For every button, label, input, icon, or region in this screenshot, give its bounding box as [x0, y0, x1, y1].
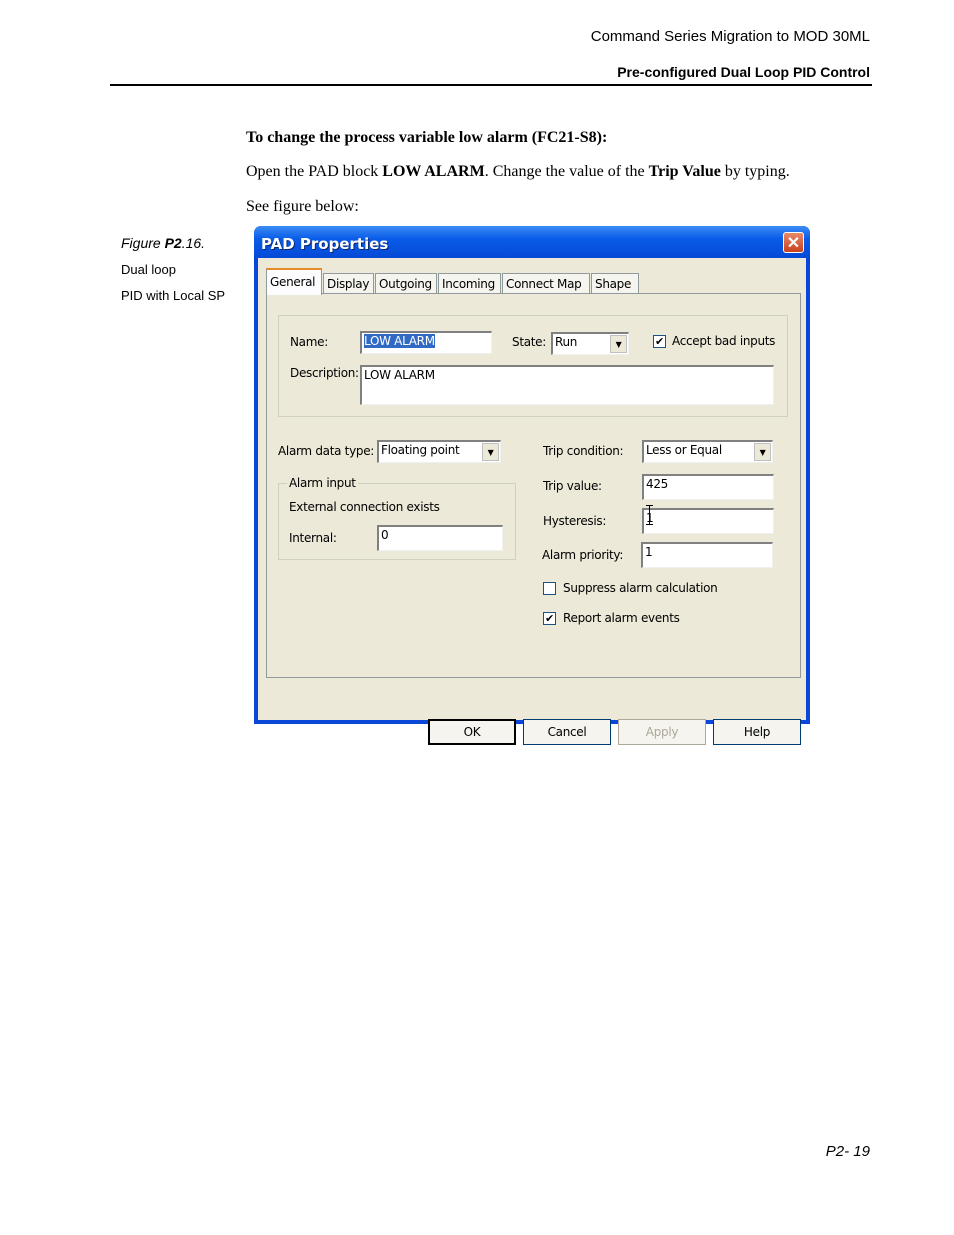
instruction-block-name: LOW ALARM	[382, 163, 485, 180]
figure-caption-title: Figure P2.16.	[121, 235, 205, 251]
internal-input[interactable]: 0	[377, 525, 503, 551]
alarm-priority-value: 1	[645, 545, 653, 559]
caption-prefix: Figure	[121, 235, 165, 251]
name-input[interactable]: LOW ALARM	[360, 331, 492, 354]
document-header-subtitle: Pre-configured Dual Loop PID Control	[617, 64, 870, 80]
trip-value: 425	[646, 477, 669, 491]
suppress-alarm-checkbox[interactable]	[543, 582, 556, 595]
internal-label: Internal:	[289, 531, 337, 545]
name-label: Name:	[290, 335, 328, 349]
instruction-part: . Change the value of the	[484, 163, 649, 180]
tab-display[interactable]: Display	[323, 273, 374, 293]
caption-suffix: .16.	[181, 235, 206, 251]
dialog-titlebar[interactable]: PAD Properties ✕	[254, 226, 810, 258]
internal-value: 0	[381, 528, 389, 542]
accept-bad-inputs-label: Accept bad inputs	[672, 334, 776, 348]
tab-shape[interactable]: Shape	[591, 273, 639, 293]
header-rule	[110, 84, 872, 86]
trip-condition-label: Trip condition:	[543, 444, 624, 458]
chevron-down-icon[interactable]: ▼	[754, 443, 771, 461]
name-value: LOW ALARM	[364, 334, 435, 348]
caption-number: P2	[164, 235, 182, 251]
hysteresis-label: Hysteresis:	[543, 514, 607, 528]
report-alarm-events-checkbox[interactable]: ✔	[543, 612, 556, 625]
tab-general[interactable]: General	[266, 268, 322, 295]
trip-value-input[interactable]: 425	[642, 474, 774, 500]
instruction-text: Open the PAD block LOW ALARM. Change the…	[246, 163, 790, 181]
help-button[interactable]: Help	[713, 719, 801, 745]
suppress-alarm-label: Suppress alarm calculation	[563, 581, 718, 595]
cancel-button[interactable]: Cancel	[523, 719, 611, 745]
chevron-down-icon[interactable]: ▼	[610, 335, 627, 353]
tab-connect-map[interactable]: Connect Map	[502, 273, 590, 293]
trip-condition-value: Less or Equal	[646, 443, 722, 457]
description-value: LOW ALARM	[364, 368, 435, 382]
description-input[interactable]: LOW ALARM	[360, 365, 774, 405]
ok-button[interactable]: OK	[428, 719, 516, 745]
text-cursor-icon	[646, 505, 653, 525]
hysteresis-input[interactable]: 1	[642, 508, 774, 534]
alarm-data-type-value: Floating point	[381, 443, 460, 457]
alarm-priority-label: Alarm priority:	[542, 548, 624, 562]
alarm-data-type-label: Alarm data type:	[278, 444, 375, 458]
close-button[interactable]: ✕	[783, 232, 804, 253]
report-alarm-events-label: Report alarm events	[563, 611, 680, 625]
state-value: Run	[555, 335, 578, 349]
instruction-part: by typing.	[720, 163, 790, 180]
alarm-priority-input[interactable]: 1	[641, 542, 773, 568]
trip-condition-select[interactable]: Less or Equal ▼	[642, 440, 773, 463]
alarm-data-type-select[interactable]: Floating point ▼	[377, 440, 501, 463]
chevron-down-icon[interactable]: ▼	[482, 443, 499, 461]
alarm-input-group-label: Alarm input	[287, 476, 358, 490]
close-icon: ✕	[786, 235, 801, 252]
tab-incoming[interactable]: Incoming	[438, 273, 501, 293]
trip-value-label: Trip value:	[543, 479, 602, 493]
figure-caption-line3: PID with Local SP	[121, 288, 226, 303]
instruction-part: Open the PAD block	[246, 163, 383, 180]
instruction-heading: To change the process variable low alarm…	[246, 129, 608, 146]
description-label: Description:	[290, 366, 359, 380]
dialog-title: PAD Properties	[261, 235, 389, 253]
general-tab-panel: Name: LOW ALARM State: Run ▼ ✔ Accept bad…	[266, 293, 801, 678]
document-header-title: Command Series Migration to MOD 30ML	[590, 28, 870, 45]
instruction-field-name: Trip Value	[648, 163, 721, 180]
pad-properties-dialog: PAD Properties ✕ General Display Outgoin…	[254, 226, 810, 745]
tab-outgoing[interactable]: Outgoing	[375, 273, 437, 293]
figure-caption-line2: Dual loop	[121, 262, 176, 277]
see-figure-text: See figure below:	[246, 198, 359, 215]
page-number: P2- 19	[825, 1143, 870, 1160]
accept-bad-inputs-checkbox[interactable]: ✔	[653, 335, 666, 348]
state-select[interactable]: Run ▼	[551, 332, 629, 355]
dialog-client: General Display Outgoing Incoming Connec…	[258, 258, 806, 745]
external-connection-text: External connection exists	[289, 500, 440, 514]
apply-button[interactable]: Apply	[618, 719, 706, 745]
state-label: State:	[512, 335, 547, 349]
